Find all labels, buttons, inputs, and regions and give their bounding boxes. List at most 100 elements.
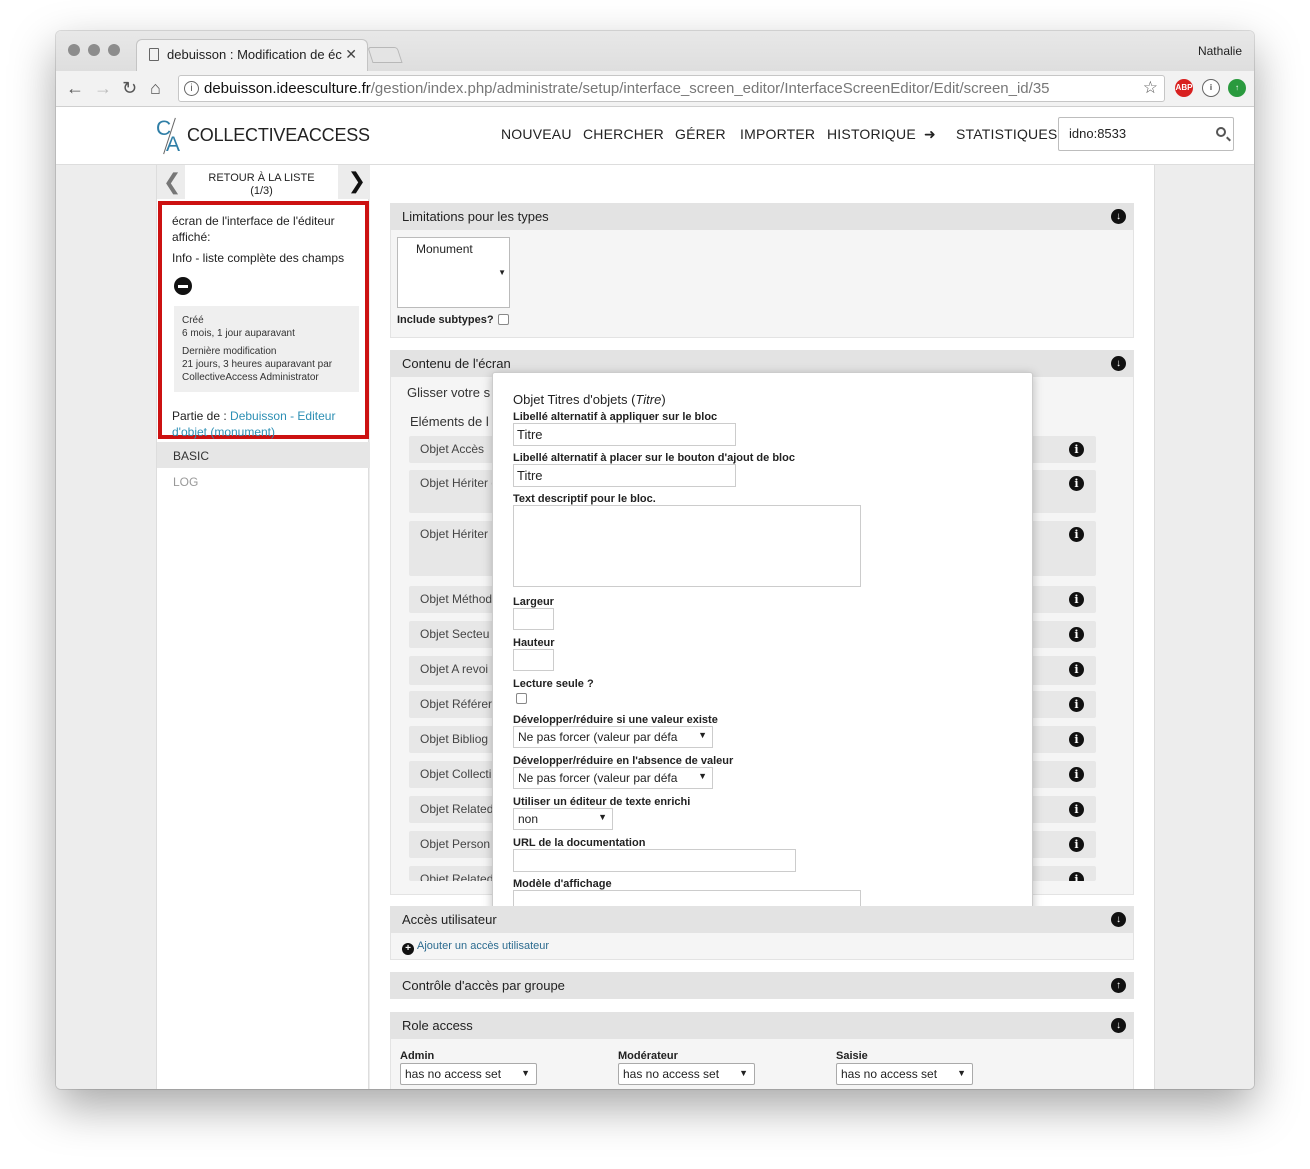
include-subtypes-checkbox[interactable] (498, 314, 509, 325)
tab-title: debuisson : Modification de éc (167, 47, 342, 62)
description-label: Text descriptif pour le bloc. (513, 493, 656, 505)
info-icon[interactable]: i (1069, 527, 1084, 542)
width-input[interactable] (513, 608, 554, 630)
elements-label: Eléments de l (410, 414, 489, 429)
collapse-down-icon[interactable]: ↓ (1111, 1018, 1126, 1033)
menu-chercher[interactable]: CHERCHER (583, 126, 664, 142)
address-bar[interactable]: i debuisson.ideesculture.fr/gestion/inde… (178, 75, 1165, 102)
role-name: Modérateur (618, 1050, 678, 1062)
type-restrictions-header[interactable]: Limitations pour les types ↓ (390, 203, 1134, 230)
info-icon[interactable]: i (1069, 802, 1084, 817)
menu-nouveau[interactable]: NOUVEAU (501, 126, 572, 142)
collapse-down-icon[interactable]: ↓ (1111, 356, 1126, 371)
doc-url-label: URL de la documentation (513, 837, 646, 849)
menu-historique[interactable]: HISTORIQUE (827, 126, 916, 142)
inspector-panel: écran de l'interface de l'éditeur affich… (158, 201, 369, 439)
bookmark-star-icon[interactable]: ☆ (1143, 78, 1158, 98)
close-window-button[interactable] (68, 44, 80, 56)
type-option[interactable]: Monument (416, 242, 473, 256)
sidebar-item-log[interactable]: LOG (173, 475, 198, 489)
previous-record-icon[interactable]: ❮ (163, 169, 181, 195)
alt-label-input[interactable]: Titre (513, 423, 736, 446)
alt-label-label: Libellé alternatif à appliquer sur le bl… (513, 411, 718, 423)
info-icon[interactable]: i (1069, 627, 1084, 642)
sidebar-item-basic[interactable]: BASIC (157, 442, 370, 468)
url-text: debuisson.ideesculture.fr/gestion/index.… (204, 80, 1050, 97)
chevron-down-icon: ▼ (957, 1068, 966, 1078)
info-icon[interactable]: i (1069, 732, 1084, 747)
adblock-icon[interactable]: ABP (1175, 79, 1193, 97)
info-icon[interactable]: i (1069, 872, 1084, 881)
browser-tab[interactable]: debuisson : Modification de éc ✕ (136, 39, 368, 71)
search-icon[interactable] (1216, 127, 1226, 137)
menu-gerer[interactable]: GÉRER (675, 126, 726, 142)
role-name: Saisie (836, 1050, 868, 1062)
info-icon[interactable]: i (1069, 592, 1084, 607)
back-arrow-icon[interactable]: ← (66, 77, 84, 99)
role-admin-select[interactable]: has no access set ▼ (400, 1063, 537, 1085)
description-textarea[interactable] (513, 505, 861, 587)
next-record-icon[interactable]: ❯ (348, 168, 366, 194)
collapse-down-icon[interactable]: ↓ (1111, 209, 1126, 224)
role-saisie-select[interactable]: has no access set ▼ (836, 1063, 973, 1085)
chevron-down-icon: ▼ (698, 771, 707, 781)
role-moderateur-select[interactable]: has no access set ▼ (618, 1063, 755, 1085)
info-icon[interactable]: i (1069, 476, 1084, 491)
tab-bar: debuisson : Modification de éc ✕ Nathali… (56, 31, 1254, 71)
type-multiselect[interactable]: Monument ▼ (397, 237, 510, 308)
forward-arrow-icon[interactable]: → (94, 77, 112, 99)
width-label: Largeur (513, 596, 554, 608)
site-info-icon[interactable]: i (184, 81, 199, 96)
home-icon[interactable]: ⌂ (150, 77, 161, 99)
chevron-down-icon: ▼ (521, 1068, 530, 1078)
group-access-header[interactable]: Contrôle d'accès par groupe ↑ (390, 972, 1134, 999)
zoom-window-button[interactable] (108, 44, 120, 56)
info-icon[interactable]: i (1069, 767, 1084, 782)
menu-arrow-icon[interactable]: ➜ (924, 126, 936, 143)
collapse-down-icon[interactable]: ↓ (1111, 912, 1126, 927)
add-user-access-link[interactable]: + Ajouter un accès utilisateur (402, 940, 549, 955)
collapse-if-value-select[interactable]: Ne pas forcer (valeur par défa ▼ (513, 726, 713, 748)
info-icon[interactable]: i (1069, 837, 1084, 852)
info-icon[interactable]: i (1069, 662, 1084, 677)
collapse-if-empty-select[interactable]: Ne pas forcer (valeur par défa ▼ (513, 767, 713, 789)
readonly-checkbox[interactable] (516, 693, 527, 704)
collapse-if-value-label: Développer/réduire si une valeur existe (513, 714, 718, 726)
add-button-label-input[interactable]: Titre (513, 464, 736, 487)
add-button-label-label: Libellé alternatif à placer sur le bouto… (513, 452, 795, 464)
extension-upload-icon[interactable]: ↑ (1228, 79, 1246, 97)
chevron-down-icon: ▼ (498, 268, 506, 277)
result-pager: ❮ RETOUR À LA LISTE (1/3) ❯ (157, 165, 370, 199)
quick-search[interactable] (1058, 117, 1234, 151)
drag-hint: Glisser votre s (407, 385, 491, 400)
user-access-header[interactable]: Accès utilisateur ↓ (390, 906, 1134, 933)
info-icon[interactable]: i (1069, 697, 1084, 712)
height-input[interactable] (513, 649, 554, 671)
minimize-window-button[interactable] (88, 44, 100, 56)
back-to-list-link[interactable]: RETOUR À LA LISTE (1/3) (185, 165, 338, 199)
browser-toolbar: ← → ↻ ⌂ i debuisson.ideesculture.fr/gest… (56, 71, 1254, 107)
include-subtypes-label: Include subtypes? (397, 314, 494, 326)
delete-icon[interactable] (174, 277, 192, 295)
screen-type-label: écran de l'interface de l'éditeur affich… (172, 214, 335, 244)
close-tab-icon[interactable]: ✕ (345, 46, 357, 63)
chevron-down-icon: ▼ (698, 730, 707, 740)
reload-icon[interactable]: ↻ (122, 77, 137, 99)
menu-importer[interactable]: IMPORTER (740, 126, 815, 142)
document-icon (149, 48, 159, 61)
extension-info-icon[interactable]: i (1202, 79, 1220, 97)
new-tab-button[interactable] (367, 47, 403, 63)
height-label: Hauteur (513, 637, 555, 649)
element-settings-popup: Objet Titres d'objets (Titre) Libellé al… (492, 372, 1033, 913)
rich-text-select[interactable]: non ▼ (513, 808, 613, 830)
collapse-if-empty-label: Développer/réduire en l'absence de valeu… (513, 755, 734, 767)
role-access-header[interactable]: Role access ↓ (390, 1012, 1134, 1039)
readonly-label: Lecture seule ? (513, 678, 594, 690)
rich-text-label: Utiliser un éditeur de texte enrichi (513, 796, 691, 808)
doc-url-input[interactable] (513, 849, 796, 872)
info-icon[interactable]: i (1069, 442, 1084, 457)
expand-up-icon[interactable]: ↑ (1111, 978, 1126, 993)
quick-search-input[interactable] (1067, 125, 1207, 142)
profile-name[interactable]: Nathalie (1198, 44, 1242, 58)
menu-statistiques[interactable]: STATISTIQUES (956, 126, 1057, 142)
